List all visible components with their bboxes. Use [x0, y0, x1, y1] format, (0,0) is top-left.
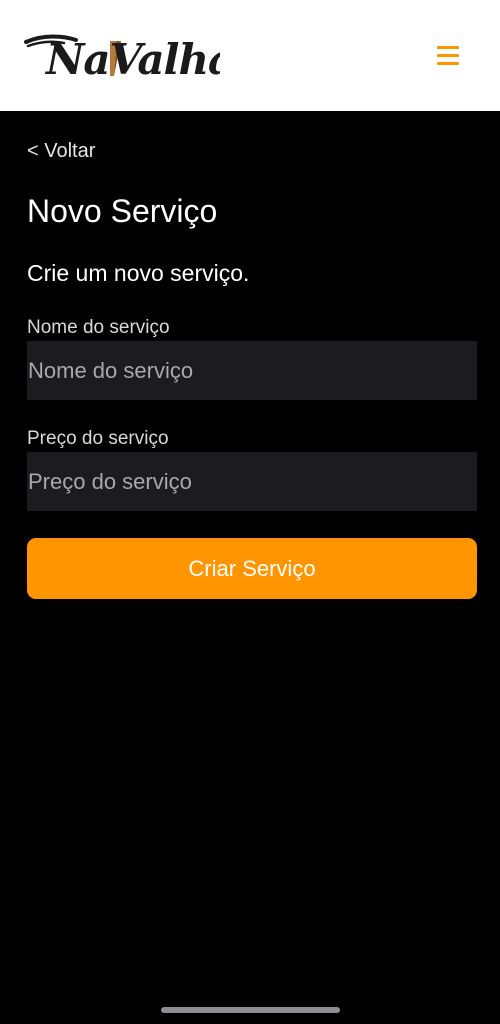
service-name-input[interactable] [27, 341, 477, 400]
page-subtitle: Crie um novo serviço. [27, 260, 250, 286]
service-price-input[interactable] [27, 452, 477, 511]
menu-bar-top [437, 46, 459, 49]
create-service-button[interactable]: Criar Serviço [27, 538, 477, 599]
menu-bar-middle [437, 54, 459, 57]
app-header: NaValha [0, 0, 500, 111]
back-link[interactable]: < Voltar [27, 140, 95, 163]
service-price-label: Preço do serviço [27, 428, 169, 449]
navalha-logo[interactable]: NaValha [24, 24, 220, 88]
home-indicator [161, 1007, 340, 1013]
menu-bar-bottom [437, 62, 459, 65]
service-name-label: Nome do serviço [27, 317, 170, 338]
hamburger-menu-icon[interactable] [432, 40, 464, 72]
logo-text: NaValha [44, 35, 220, 84]
page-title: Novo Serviço [27, 193, 218, 229]
navalha-logo-graphic: NaValha [24, 34, 220, 84]
